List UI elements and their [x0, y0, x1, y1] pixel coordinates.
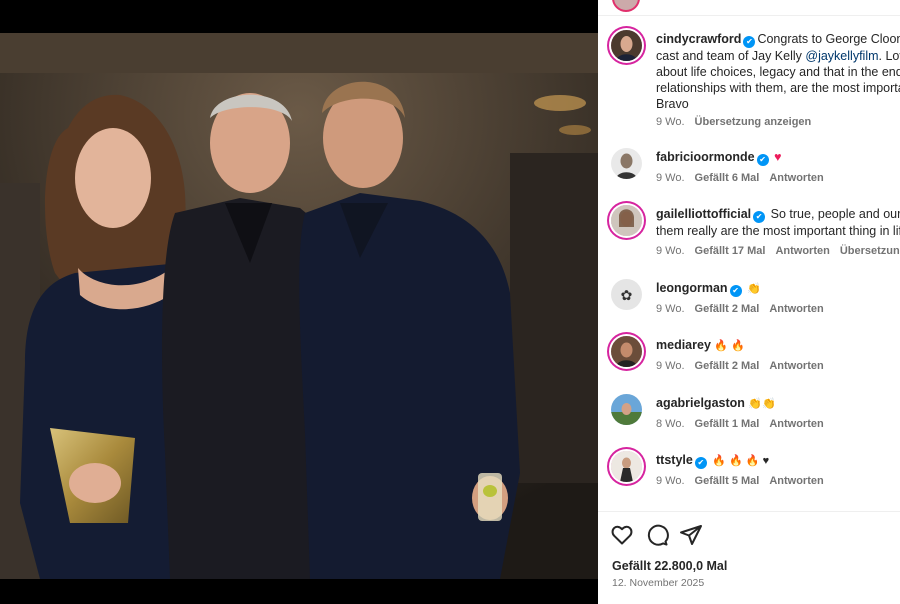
comment-likes[interactable]: Gefällt 2 Mal	[695, 360, 760, 372]
comments-panel: cindycrawford✔Congrats to George Clooney…	[598, 0, 900, 604]
comment-text: leongorman ✔ 👏	[656, 280, 900, 297]
avatar[interactable]	[611, 30, 642, 61]
avatar[interactable]	[611, 205, 642, 236]
avatar-image	[611, 148, 642, 179]
avatar-image	[611, 394, 642, 425]
avatar[interactable]	[611, 451, 642, 482]
photo-illustration	[0, 33, 598, 579]
comment-time[interactable]: 9 Wo.	[656, 475, 685, 487]
comment-likes[interactable]: Gefällt 17 Mal	[695, 245, 766, 257]
comment-line: cast and team of Jay Kelly	[656, 49, 806, 63]
comment-username[interactable]: gailelliottofficial	[656, 207, 751, 221]
comment-line: . Loved	[878, 49, 900, 63]
comment-line: relationships with them, are the most im…	[656, 81, 900, 95]
translate-link[interactable]: Übersetzung an	[840, 245, 900, 257]
comment-meta: 9 Wo. Gefällt 2 Mal Antworten	[656, 303, 834, 315]
comment-likes[interactable]: Gefällt 6 Mal	[695, 172, 760, 184]
fire-emoji: 🔥 🔥 🔥 ♥	[712, 455, 770, 467]
svg-text:✿: ✿	[621, 288, 633, 304]
avatar[interactable]	[611, 394, 642, 425]
avatar-image	[611, 451, 642, 482]
comment-likes[interactable]: Gefällt 5 Mal	[695, 475, 760, 487]
reply-button[interactable]: Antworten	[775, 245, 829, 257]
mention-link[interactable]: @jaykellyfilm	[805, 49, 878, 63]
comment-time[interactable]: 9 Wo.	[656, 303, 685, 315]
avatar[interactable]	[611, 336, 642, 367]
comment-meta: 8 Wo. Gefällt 1 Mal Antworten	[656, 418, 834, 430]
reply-button[interactable]: Antworten	[769, 418, 823, 430]
share-icon[interactable]	[679, 523, 703, 547]
comment-text: cindycrawford✔Congrats to George Clooney…	[656, 31, 900, 112]
comment-line: about life choices, legacy and that in t…	[656, 65, 900, 79]
actions-divider	[598, 511, 900, 512]
verified-badge-icon: ✔	[743, 36, 756, 48]
comment-text: fabricioormonde ✔ ♥	[656, 149, 900, 166]
comment-line: Bravo	[656, 97, 689, 111]
reply-button[interactable]: Antworten	[769, 475, 823, 487]
comment-username[interactable]: ttstyle	[656, 453, 693, 467]
post-likes-count[interactable]: Gefällt 22.800,0 Mal	[612, 559, 727, 573]
heart-icon[interactable]	[610, 523, 634, 547]
avatar-image: ✿	[611, 279, 642, 310]
avatar-image	[611, 30, 642, 61]
comment-line: them really are the most important thing…	[656, 224, 900, 238]
post-media-pane	[0, 0, 598, 604]
avatar-image	[611, 205, 642, 236]
comment-username[interactable]: leongorman	[656, 281, 728, 295]
reply-button[interactable]: Antworten	[769, 303, 823, 315]
avatar-image	[611, 336, 642, 367]
comment-meta: 9 Wo. Gefällt 17 Mal Antworten Übersetzung …	[656, 245, 900, 257]
clap-emoji: 👏👏	[748, 398, 776, 410]
translate-link[interactable]: Übersetzung anzeigen	[695, 116, 812, 128]
comment-meta: 9 Wo. Übersetzung anzeigen	[656, 116, 821, 128]
comment-time[interactable]: 8 Wo.	[656, 418, 685, 430]
comment-meta: 9 Wo. Gefällt 2 Mal Antworten	[656, 360, 834, 372]
comment-line: So true, people and our re	[770, 207, 900, 221]
comment-text: agabrielgaston 👏👏	[656, 395, 900, 412]
comment-likes[interactable]: Gefällt 2 Mal	[695, 303, 760, 315]
header-avatar[interactable]	[612, 0, 640, 12]
verified-badge-icon: ✔	[694, 457, 707, 469]
comment-time[interactable]: 9 Wo.	[656, 360, 685, 372]
post-photo[interactable]	[0, 33, 598, 579]
comment-line: Congrats to George Clooney	[757, 32, 900, 46]
comment-icon[interactable]	[645, 523, 669, 547]
comment-username[interactable]: agabrielgaston	[656, 396, 745, 410]
header-divider	[598, 15, 900, 16]
post-date[interactable]: 12. November 2025	[612, 577, 704, 589]
reply-button[interactable]: Antworten	[769, 172, 823, 184]
avatar[interactable]	[611, 148, 642, 179]
comment-time[interactable]: 9 Wo.	[656, 172, 685, 184]
comment-text: mediarey 🔥 🔥	[656, 337, 900, 354]
comment-username[interactable]: fabricioormonde	[656, 150, 755, 164]
comment-meta: 9 Wo. Gefällt 5 Mal Antworten	[656, 475, 834, 487]
comment-likes[interactable]: Gefällt 1 Mal	[695, 418, 760, 430]
comment-username[interactable]: mediarey	[656, 338, 711, 352]
verified-badge-icon: ✔	[753, 211, 766, 223]
comment-time[interactable]: 9 Wo.	[656, 116, 685, 128]
comment-username[interactable]: cindycrawford	[656, 32, 741, 46]
verified-badge-icon: ✔	[756, 154, 769, 166]
comment-text: gailelliottofficial ✔ So true, people and…	[656, 206, 900, 239]
comment-text: ttstyle ✔ 🔥 🔥 🔥 ♥	[656, 452, 900, 469]
clap-emoji: 👏	[747, 283, 761, 295]
fire-emoji: 🔥 🔥	[714, 340, 745, 352]
heart-emoji: ♥	[774, 150, 782, 164]
comment-meta: 9 Wo. Gefällt 6 Mal Antworten	[656, 172, 834, 184]
verified-badge-icon: ✔	[729, 285, 742, 297]
reply-button[interactable]: Antworten	[769, 360, 823, 372]
avatar[interactable]: ✿	[611, 279, 642, 310]
comment-time[interactable]: 9 Wo.	[656, 245, 685, 257]
